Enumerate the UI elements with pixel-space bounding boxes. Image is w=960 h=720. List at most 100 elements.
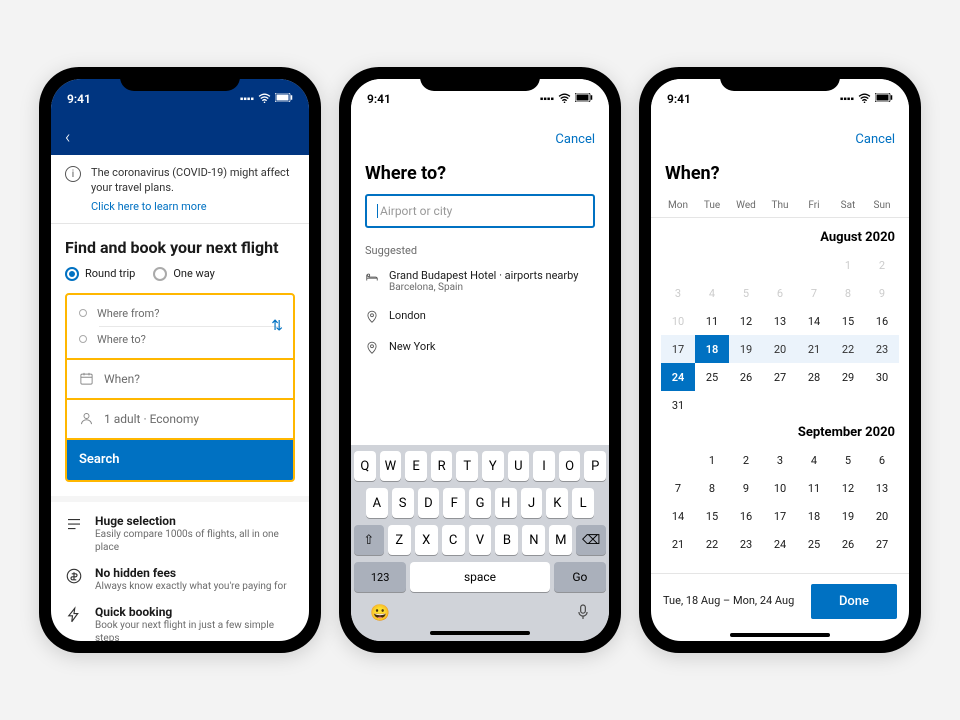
key-o[interactable]: O [559, 451, 581, 481]
key-u[interactable]: U [508, 451, 530, 481]
search-button[interactable]: Search [67, 440, 293, 480]
key-a[interactable]: A [366, 488, 388, 518]
calendar-day[interactable]: 4 [695, 279, 729, 307]
calendar-day[interactable]: 31 [661, 391, 695, 419]
emoji-icon[interactable]: 😀 [370, 603, 390, 625]
key-123[interactable]: 123 [354, 562, 406, 592]
key-h[interactable]: H [495, 488, 517, 518]
key-z[interactable]: Z [388, 525, 411, 555]
home-indicator[interactable] [730, 633, 830, 637]
radio-round-trip[interactable]: Round trip [65, 267, 135, 281]
suggestion-newyork[interactable]: New York [351, 332, 609, 363]
calendar-day[interactable]: 8 [695, 474, 729, 502]
calendar-day[interactable]: 18 [797, 502, 831, 530]
cancel-button[interactable]: Cancel [555, 132, 595, 147]
calendar-day[interactable]: 28 [797, 363, 831, 391]
key-f[interactable]: F [443, 488, 465, 518]
calendar-day[interactable]: 30 [865, 363, 899, 391]
swap-button[interactable]: ⇅ [271, 318, 283, 334]
key-p[interactable]: P [584, 451, 606, 481]
calendar-day[interactable]: 25 [695, 363, 729, 391]
calendar-day[interactable]: 22 [695, 530, 729, 558]
calendar-day[interactable]: 6 [763, 279, 797, 307]
cancel-button[interactable]: Cancel [855, 132, 895, 147]
calendar-day[interactable]: 2 [729, 446, 763, 474]
calendar-day[interactable]: 23 [865, 335, 899, 363]
calendar-day[interactable]: 10 [661, 307, 695, 335]
calendar-day[interactable]: 9 [865, 279, 899, 307]
key-s[interactable]: S [392, 488, 414, 518]
calendar-day[interactable]: 26 [831, 530, 865, 558]
pax-input[interactable]: 1 adult · Economy [67, 400, 293, 440]
suggestion-hotel[interactable]: Grand Budapest Hotel · airports nearby B… [351, 261, 609, 301]
calendar-day[interactable]: 4 [797, 446, 831, 474]
calendar-day[interactable]: 26 [729, 363, 763, 391]
key-i[interactable]: I [533, 451, 555, 481]
calendar-day[interactable]: 23 [729, 530, 763, 558]
key-g[interactable]: G [469, 488, 491, 518]
calendar-day[interactable]: 10 [763, 474, 797, 502]
key-e[interactable]: E [405, 451, 427, 481]
calendar-day[interactable]: 13 [865, 474, 899, 502]
calendar-day[interactable]: 14 [661, 502, 695, 530]
calendar-day[interactable]: 1 [831, 251, 865, 279]
banner-link[interactable]: Click here to learn more [91, 200, 295, 213]
calendar-day[interactable]: 22 [831, 335, 865, 363]
key-w[interactable]: W [380, 451, 402, 481]
key-k[interactable]: K [546, 488, 568, 518]
calendar-day[interactable]: 27 [865, 530, 899, 558]
calendar-day[interactable]: 21 [797, 335, 831, 363]
route-input[interactable]: Where from? Where to? ⇅ [67, 295, 293, 360]
mic-icon[interactable] [576, 603, 590, 625]
calendar-day[interactable]: 3 [661, 279, 695, 307]
calendar-day[interactable]: 8 [831, 279, 865, 307]
calendar-day[interactable]: 19 [729, 335, 763, 363]
calendar-day[interactable]: 15 [695, 502, 729, 530]
calendar-day[interactable]: 11 [797, 474, 831, 502]
key-x[interactable]: X [415, 525, 438, 555]
calendar-day[interactable]: 7 [797, 279, 831, 307]
when-input[interactable]: When? [67, 360, 293, 400]
key-c[interactable]: C [442, 525, 465, 555]
calendar-day[interactable]: 12 [831, 474, 865, 502]
calendar-day[interactable]: 15 [831, 307, 865, 335]
calendar-day[interactable]: 17 [661, 335, 695, 363]
key-r[interactable]: R [431, 451, 453, 481]
suggestion-london[interactable]: London [351, 301, 609, 332]
key-backspace[interactable]: ⌫ [576, 525, 606, 555]
calendar-scroll[interactable]: August 2020 1234567891011121314151617181… [651, 218, 909, 573]
key-go[interactable]: Go [554, 562, 606, 592]
key-m[interactable]: M [549, 525, 572, 555]
calendar-day[interactable]: 12 [729, 307, 763, 335]
key-n[interactable]: N [522, 525, 545, 555]
key-shift[interactable]: ⇧ [354, 525, 384, 555]
key-b[interactable]: B [495, 525, 518, 555]
key-v[interactable]: V [469, 525, 492, 555]
calendar-day[interactable]: 13 [763, 307, 797, 335]
radio-one-way[interactable]: One way [153, 267, 215, 281]
home-indicator[interactable] [430, 631, 530, 635]
key-space[interactable]: space [410, 562, 549, 592]
calendar-day[interactable]: 19 [831, 502, 865, 530]
calendar-day[interactable]: 27 [763, 363, 797, 391]
calendar-day[interactable]: 1 [695, 446, 729, 474]
key-j[interactable]: J [521, 488, 543, 518]
calendar-day[interactable]: 29 [831, 363, 865, 391]
calendar-day[interactable]: 9 [729, 474, 763, 502]
done-button[interactable]: Done [811, 584, 897, 619]
calendar-day[interactable]: 2 [865, 251, 899, 279]
calendar-day[interactable]: 24 [661, 363, 695, 391]
key-l[interactable]: L [572, 488, 594, 518]
calendar-day[interactable]: 6 [865, 446, 899, 474]
calendar-day[interactable]: 3 [763, 446, 797, 474]
calendar-day[interactable]: 5 [729, 279, 763, 307]
calendar-day[interactable]: 24 [763, 530, 797, 558]
calendar-day[interactable]: 16 [729, 502, 763, 530]
calendar-day[interactable]: 11 [695, 307, 729, 335]
key-t[interactable]: T [456, 451, 478, 481]
calendar-day[interactable]: 20 [763, 335, 797, 363]
calendar-day[interactable]: 21 [661, 530, 695, 558]
key-q[interactable]: Q [354, 451, 376, 481]
key-y[interactable]: Y [482, 451, 504, 481]
calendar-day[interactable]: 20 [865, 502, 899, 530]
